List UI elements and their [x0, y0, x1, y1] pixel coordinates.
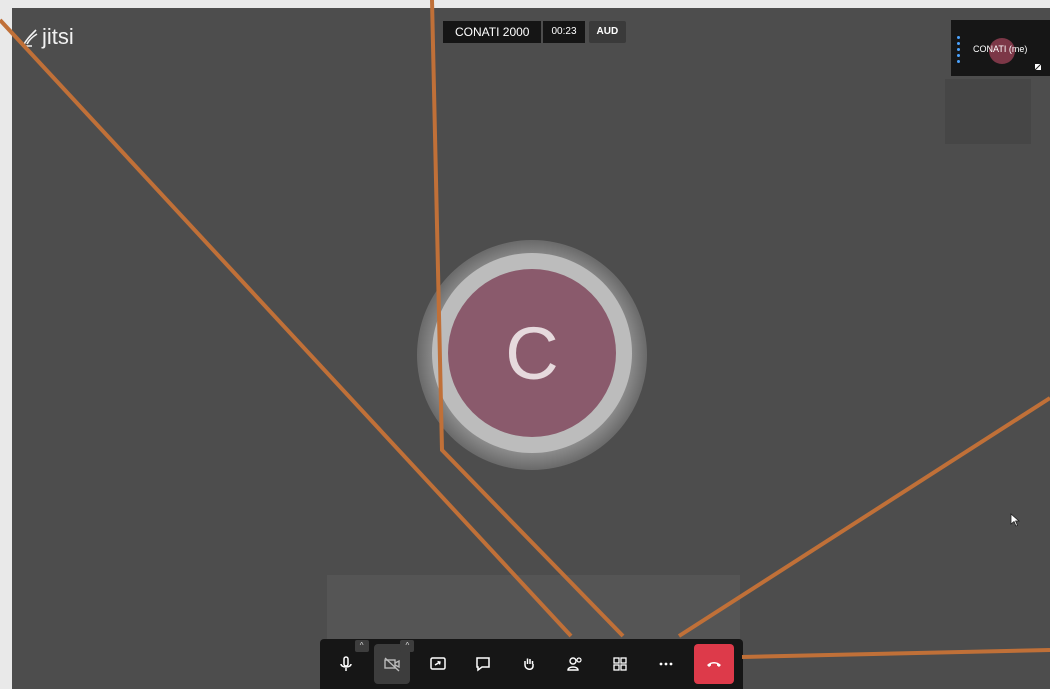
- hand-icon: [524, 658, 534, 670]
- tile-view-button[interactable]: [602, 644, 639, 684]
- more-icon: [659, 662, 673, 666]
- local-participant-thumbnail[interactable]: CONATI (me): [951, 20, 1050, 76]
- toolbar: ^ ^: [320, 639, 743, 689]
- mic-options-caret[interactable]: ^: [354, 640, 369, 652]
- camera-off-icon: [384, 657, 400, 672]
- audio-level-indicator: [957, 36, 961, 66]
- chat-icon: [476, 657, 491, 672]
- camera-button[interactable]: ^: [373, 640, 415, 684]
- participants-icon: [567, 657, 582, 671]
- avatar-initial: C: [448, 269, 616, 437]
- remote-thumbnail-placeholder[interactable]: [945, 79, 1031, 144]
- jitsi-logo-icon: [22, 29, 38, 47]
- screen-share-icon: [429, 657, 446, 670]
- toolbox-background: [327, 575, 740, 639]
- share-screen-button[interactable]: [419, 644, 456, 684]
- dominant-speaker-avatar: C: [417, 240, 647, 470]
- raise-hand-button[interactable]: [511, 644, 548, 684]
- logo-text: jitsi: [42, 24, 74, 49]
- hangup-icon: [706, 662, 721, 667]
- jitsi-logo[interactable]: jitsi: [20, 24, 74, 50]
- more-actions-button[interactable]: [648, 644, 685, 684]
- camera-options-caret[interactable]: ^: [400, 640, 415, 652]
- microphone-button[interactable]: ^: [328, 640, 369, 684]
- aud-badge: AUD: [588, 21, 627, 43]
- mic-icon: [340, 656, 353, 671]
- conference-info-bar: CONATI 2000 00:23 AUD: [443, 21, 627, 43]
- conference-name: CONATI 2000: [443, 21, 542, 43]
- participants-button[interactable]: [556, 644, 593, 684]
- chat-button[interactable]: [465, 644, 502, 684]
- grid-icon: [613, 657, 628, 671]
- hangup-button[interactable]: [693, 644, 735, 684]
- conference-timer: 00:23: [543, 21, 585, 43]
- local-participant-name: CONATI (me): [973, 44, 1028, 54]
- mouse-cursor-icon: [1010, 513, 1020, 527]
- mic-muted-icon: [1034, 63, 1042, 71]
